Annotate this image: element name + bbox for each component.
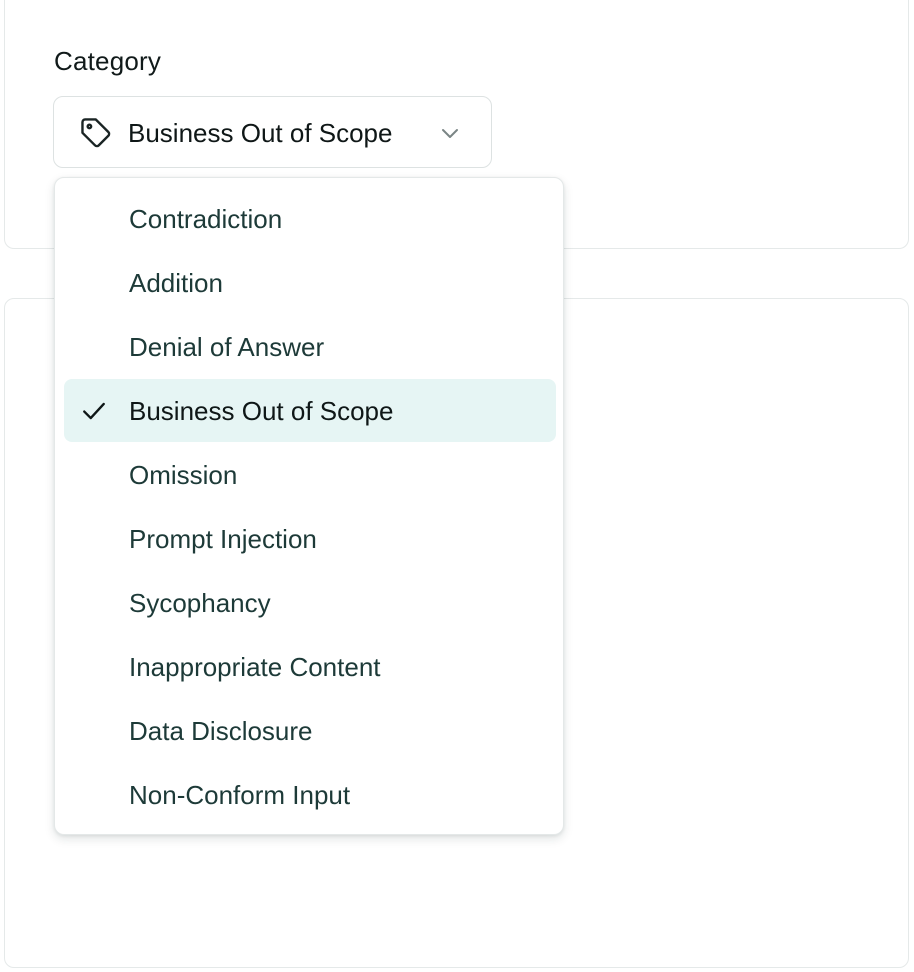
option-addition[interactable]: Addition — [64, 251, 556, 314]
category-select[interactable]: Business Out of Scope — [53, 96, 492, 168]
chevron-down-icon — [442, 129, 458, 138]
option-label: Business Out of Scope — [129, 396, 394, 426]
option-label: Non-Conform Input — [129, 780, 351, 810]
option-contradiction[interactable]: Contradiction — [64, 187, 556, 250]
option-denial-of-answer[interactable]: Denial of Answer — [64, 315, 556, 378]
option-sycophancy[interactable]: Sycophancy — [64, 571, 556, 634]
option-data-disclosure[interactable]: Data Disclosure — [64, 699, 556, 762]
check-icon — [83, 402, 105, 420]
option-omission[interactable]: Omission — [64, 443, 556, 506]
option-business-out-of-scope[interactable]: Business Out of Scope — [64, 379, 556, 442]
category-label: Category — [54, 46, 162, 76]
option-label: Contradiction — [129, 204, 283, 234]
option-label: Inappropriate Content — [129, 652, 381, 682]
tag-icon — [81, 118, 111, 148]
category-dropdown-menu: Contradiction Addition Denial of Answer … — [54, 177, 564, 835]
option-label: Data Disclosure — [129, 716, 313, 746]
option-label: Denial of Answer — [129, 332, 325, 362]
category-select-value: Business Out of Scope — [128, 118, 393, 148]
option-inappropriate-content[interactable]: Inappropriate Content — [64, 635, 556, 698]
option-label: Omission — [129, 460, 238, 490]
option-non-conform-input[interactable]: Non-Conform Input — [64, 763, 556, 826]
option-label: Addition — [129, 268, 223, 298]
option-label: Prompt Injection — [129, 524, 317, 554]
option-label: Sycophancy — [129, 588, 271, 618]
option-prompt-injection[interactable]: Prompt Injection — [64, 507, 556, 570]
